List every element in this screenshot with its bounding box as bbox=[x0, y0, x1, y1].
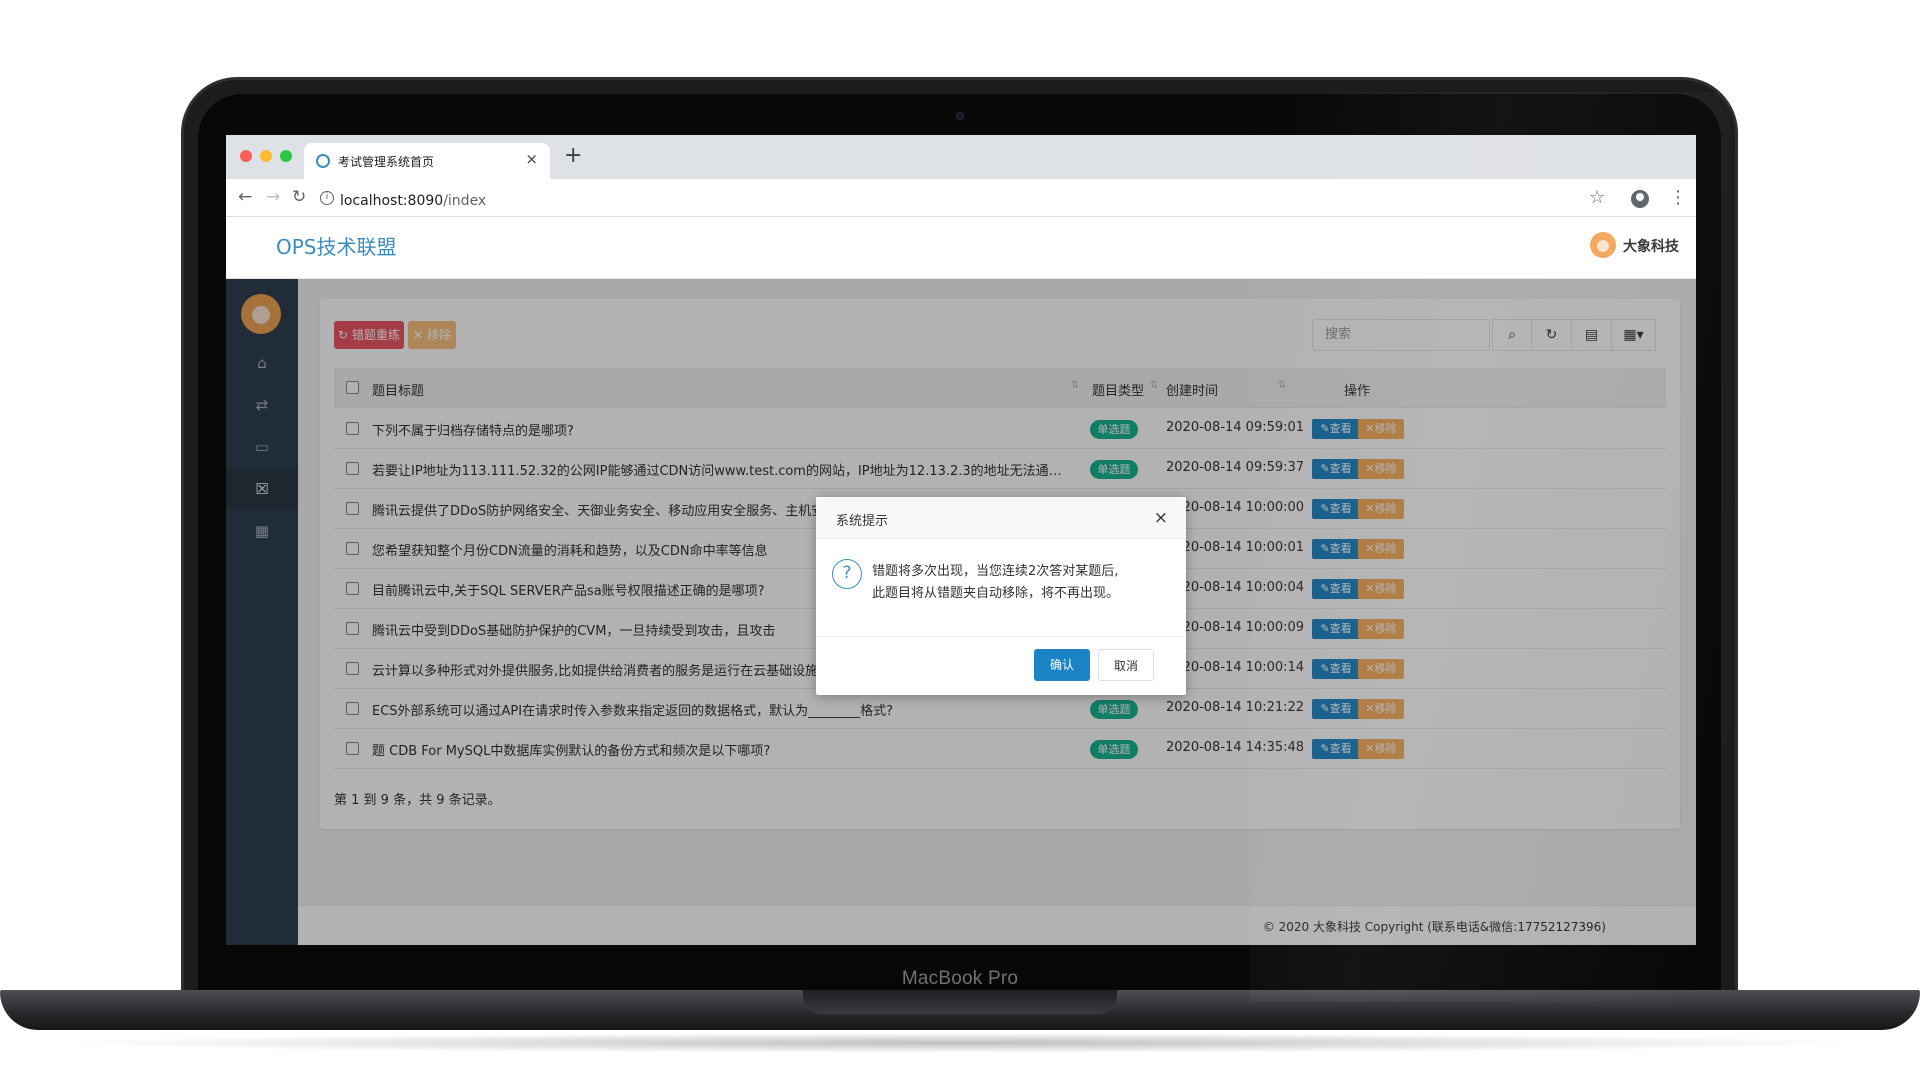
dialog-message: 错题将多次出现，当您连续2次答对某题后, 此题目将从错题夹自动移除，将不再出现。 bbox=[872, 561, 1119, 605]
dialog-message-line: 错题将多次出现，当您连续2次答对某题后, bbox=[872, 564, 1119, 579]
forward-icon[interactable]: → bbox=[266, 187, 280, 207]
close-icon[interactable]: × bbox=[1154, 508, 1168, 528]
menu-icon[interactable]: ⋮ bbox=[1669, 187, 1687, 208]
dialog-header: 系统提示 × bbox=[816, 497, 1186, 539]
tab-title: 考试管理系统首页 bbox=[338, 155, 435, 169]
camera bbox=[956, 112, 964, 120]
reload-icon[interactable]: ↻ bbox=[292, 187, 306, 207]
tab-close-icon[interactable]: × bbox=[525, 150, 538, 168]
address-bar[interactable]: localhost:8090/index bbox=[340, 193, 486, 209]
back-icon[interactable]: ← bbox=[238, 187, 252, 207]
dialog-message-line: 此题目将从错题夹自动移除，将不再出现。 bbox=[872, 586, 1120, 601]
question-icon: ? bbox=[832, 559, 862, 589]
cancel-button[interactable]: 取消 bbox=[1098, 649, 1154, 681]
account-icon[interactable] bbox=[1631, 190, 1649, 208]
app-header: OPS技术联盟 大象科技 bbox=[226, 217, 1696, 279]
dialog-footer: 确认 取消 bbox=[816, 636, 1186, 695]
browser-tabbar: 考试管理系统首页 × + bbox=[226, 135, 1696, 179]
browser-toolbar: ← → ↻ i localhost:8090/index ☆ ⋮ bbox=[226, 179, 1696, 217]
minimize-window-dot[interactable] bbox=[260, 150, 272, 162]
url-path: /index bbox=[443, 193, 487, 209]
screen: 考试管理系统首页 × + ← → ↻ i localhost:8090/inde… bbox=[226, 135, 1696, 945]
close-window-dot[interactable] bbox=[240, 150, 252, 162]
system-prompt-dialog: 系统提示 × ? 错题将多次出现，当您连续2次答对某题后, 此题目将从错题夹自动… bbox=[816, 497, 1186, 695]
device-brand: MacBook Pro bbox=[901, 968, 1019, 989]
url-host: localhost:8090 bbox=[340, 193, 444, 209]
star-icon[interactable]: ☆ bbox=[1589, 187, 1605, 208]
new-tab-icon[interactable]: + bbox=[564, 145, 582, 167]
user-name[interactable]: 大象科技 bbox=[1623, 236, 1679, 256]
laptop-shadow bbox=[50, 1033, 1870, 1053]
dialog-title: 系统提示 bbox=[836, 514, 889, 529]
laptop-notch bbox=[803, 990, 1117, 1014]
favicon-icon bbox=[316, 154, 330, 168]
info-icon[interactable]: i bbox=[320, 191, 334, 205]
app-logo[interactable]: OPS技术联盟 bbox=[276, 231, 397, 260]
confirm-button[interactable]: 确认 bbox=[1034, 649, 1090, 681]
browser-tab[interactable]: 考试管理系统首页 × bbox=[304, 143, 550, 179]
user-avatar[interactable] bbox=[1590, 232, 1616, 258]
maximize-window-dot[interactable] bbox=[280, 150, 292, 162]
